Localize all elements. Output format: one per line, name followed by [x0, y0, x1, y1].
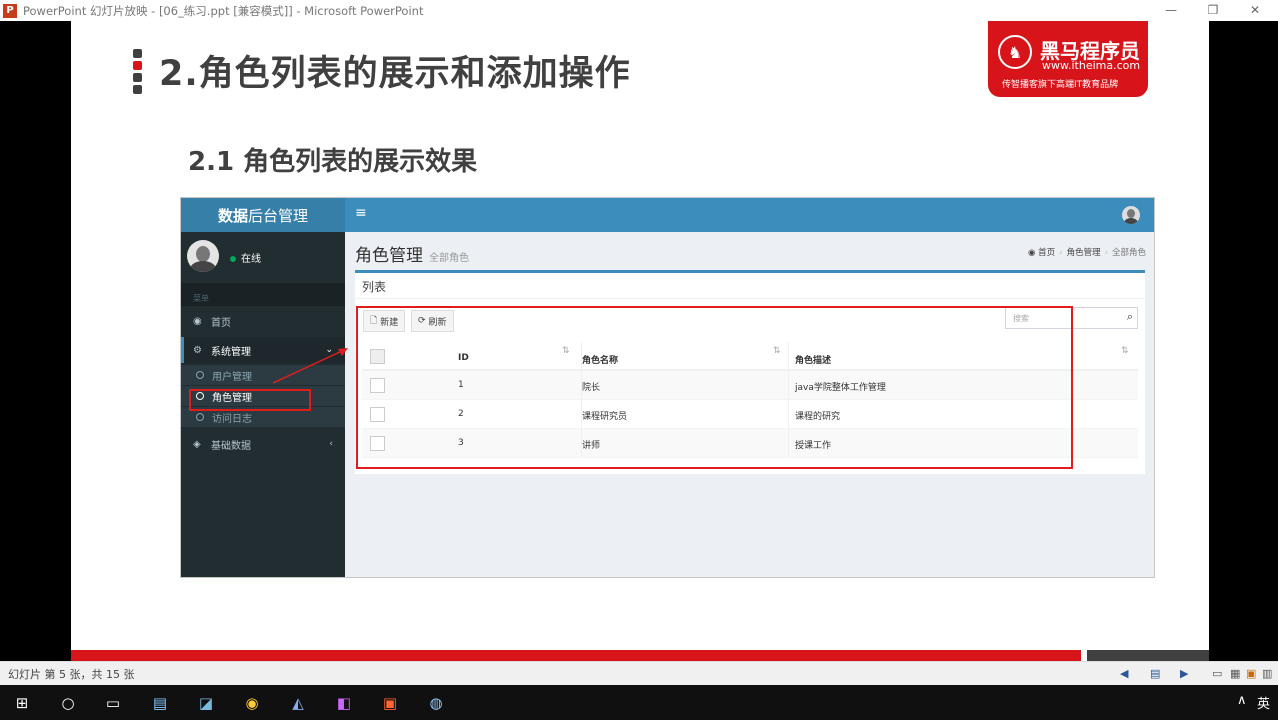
sort-icon[interactable]: ⇅: [1121, 346, 1129, 356]
sidebar-item-label: 系统管理: [211, 346, 251, 358]
dolphin-app-icon[interactable]: ◭: [285, 690, 311, 716]
breadcrumb-separator: ›: [1059, 248, 1063, 258]
sidebar-item-system[interactable]: ⚙ 系统管理 ⌄: [181, 337, 345, 363]
paint-icon[interactable]: ◍: [423, 690, 449, 716]
brand-logo: ♞ 黑马程序员 www.itheima.com 传智播客旗下高端IT教育品牌: [988, 21, 1148, 97]
normal-view-icon[interactable]: ▭: [1212, 667, 1222, 680]
sidebar-item-label: 首页: [211, 317, 231, 329]
tray-expand-icon[interactable]: ∧: [1237, 693, 1247, 708]
chevron-down-icon: ⌄: [325, 345, 333, 355]
sidebar-item-home[interactable]: ◉ 首页: [181, 308, 345, 334]
bullet-square: [133, 73, 142, 82]
slide-counter: 幻灯片 第 5 张，共 15 张: [8, 668, 135, 681]
title-bullet-icon: [133, 49, 143, 97]
intellij-icon[interactable]: ◧: [331, 690, 357, 716]
dashboard-icon: ◉: [1028, 248, 1039, 258]
sorter-view-icon[interactable]: ▦: [1230, 667, 1240, 680]
breadcrumb: ◉ 首页 › 角色管理 › 全部角色: [1028, 246, 1146, 258]
powerpoint-icon: P: [3, 3, 17, 18]
top-navbar: 数据 后台管理 ≡: [181, 198, 1154, 232]
highlight-menu-box: [189, 389, 311, 411]
input-method-indicator[interactable]: 英: [1257, 693, 1270, 712]
search-icon[interactable]: ⌕: [1127, 310, 1133, 324]
breadcrumb-roles[interactable]: 角色管理: [1067, 248, 1101, 258]
box-title: 列表: [362, 280, 387, 294]
page-subtitle: 全部角色: [429, 253, 469, 264]
search-circle-icon[interactable]: ○: [55, 690, 81, 716]
minimize-button[interactable]: —: [1158, 1, 1184, 19]
restore-button[interactable]: ❐: [1200, 1, 1226, 19]
online-dot-icon: [230, 256, 236, 262]
page-header: 角色管理 全部角色: [355, 241, 469, 266]
app-brand[interactable]: 数据 后台管理: [181, 198, 345, 232]
menu-toggle-icon[interactable]: ≡: [355, 205, 367, 221]
bullet-square: [133, 85, 142, 94]
circle-icon: [196, 413, 204, 421]
logo-slogan: 传智播客旗下高端IT教育品牌: [1002, 80, 1119, 90]
slideshow-view-icon[interactable]: ▥: [1262, 667, 1272, 680]
sidebar-subitem-users[interactable]: 用户管理: [181, 365, 345, 385]
sidebar-subitem-label: 访问日志: [212, 413, 252, 425]
breadcrumb-separator: ›: [1104, 248, 1108, 258]
chevron-left-icon: ‹: [329, 439, 333, 449]
previous-slide-icon[interactable]: ◀: [1120, 667, 1128, 680]
circle-icon: [196, 371, 204, 379]
powerpoint-taskbar-icon[interactable]: ▣: [377, 690, 403, 716]
page-title: 角色管理: [355, 246, 423, 266]
avatar: [187, 240, 219, 272]
highlight-table-box: [356, 306, 1073, 469]
reading-view-icon[interactable]: ▣: [1246, 667, 1256, 680]
avatar-face: [1127, 209, 1135, 218]
sidebar-subitem-label: 用户管理: [212, 371, 252, 383]
menu-header: 菜单: [181, 283, 345, 306]
file-explorer-icon[interactable]: ▤: [147, 690, 173, 716]
avatar-body: [190, 261, 216, 272]
close-button[interactable]: ✕: [1242, 1, 1268, 19]
horse-logo-icon: ♞: [998, 35, 1032, 69]
user-status-label: 在线: [241, 254, 261, 265]
dashboard-icon: ◉: [193, 315, 202, 327]
top-user-avatar[interactable]: [1122, 206, 1140, 224]
brand-bold: 数据: [217, 206, 248, 225]
status-bar: 幻灯片 第 5 张，共 15 张 ◀ ▤ ▶ ▭ ▦ ▣ ▥: [0, 661, 1278, 685]
avatar-face: [196, 246, 210, 262]
footer-bar: [71, 650, 1081, 661]
gears-icon: ⚙: [193, 344, 202, 356]
footer-bar-dark: [1087, 650, 1209, 661]
window-titlebar: P PowerPoint 幻灯片放映 - [06_练习.ppt [兼容模式]] …: [0, 0, 1278, 21]
bullet-square: [133, 61, 142, 70]
sidebar-item-basedata[interactable]: ◈ 基础数据 ‹: [181, 431, 345, 457]
task-view-icon[interactable]: ▭: [100, 690, 126, 716]
next-slide-icon[interactable]: ▶: [1180, 667, 1188, 680]
slide-subtitle: 2.1 角色列表的展示效果: [188, 147, 478, 177]
app-icon[interactable]: ◪: [193, 690, 219, 716]
logo-url: www.itheima.com: [1042, 59, 1141, 72]
user-panel: 在线: [187, 240, 337, 274]
windows-start-icon[interactable]: ⊞: [9, 690, 35, 716]
divider: [355, 298, 1145, 299]
slide-menu-icon[interactable]: ▤: [1150, 667, 1160, 680]
chrome-icon[interactable]: ◉: [239, 690, 265, 716]
cube-icon: ◈: [193, 438, 201, 450]
breadcrumb-current: 全部角色: [1111, 248, 1146, 258]
user-status: 在线: [230, 250, 261, 265]
slide-title: 2.角色列表的展示和添加操作: [159, 54, 631, 94]
brand-rest: 后台管理: [248, 206, 309, 225]
window-title: PowerPoint 幻灯片放映 - [06_练习.ppt [兼容模式]] - …: [23, 3, 424, 18]
breadcrumb-home[interactable]: 首页: [1038, 248, 1055, 258]
bullet-square: [133, 49, 142, 58]
sidebar-item-label: 基础数据: [211, 440, 251, 452]
slide: 2.角色列表的展示和添加操作 2.1 角色列表的展示效果 ♞ 黑马程序员 www…: [71, 21, 1209, 661]
avatar-body: [1124, 218, 1138, 224]
taskbar: ⊞ ○ ▭ ▤ ◪ ◉ ◭ ◧ ▣ ◍ ∧ 英: [0, 685, 1278, 720]
